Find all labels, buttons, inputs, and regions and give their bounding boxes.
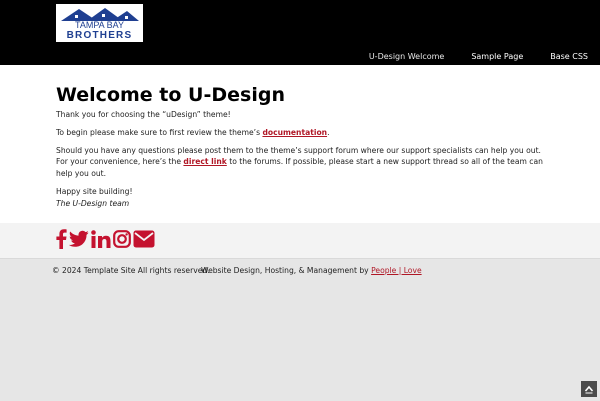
team-signature-text: The U-Design team bbox=[56, 199, 130, 208]
support-text-line1: Should you have any questions please pos… bbox=[56, 146, 541, 155]
logo-top-text: TAMPA BAY bbox=[75, 20, 124, 30]
documentation-link[interactable]: documentation bbox=[262, 128, 327, 137]
nav-item-sample-page[interactable]: Sample Page bbox=[456, 51, 523, 63]
facebook-icon[interactable] bbox=[56, 229, 67, 253]
chevron-up-icon bbox=[584, 385, 594, 394]
copyright-text: © 2024 Template Site All rights reserved… bbox=[52, 266, 210, 275]
intro-text: Thank you for choosing the “uDesign” the… bbox=[56, 110, 231, 119]
main-nav: U-Design Welcome Sample Page Base CSS bbox=[354, 51, 600, 63]
nav-item-base-css[interactable]: Base CSS bbox=[535, 51, 588, 63]
email-icon[interactable] bbox=[133, 230, 155, 252]
site-footer: © 2024 Template Site All rights reserved… bbox=[0, 258, 600, 401]
direct-link[interactable]: direct link bbox=[183, 157, 226, 166]
docs-text-before: To begin please make sure to first revie… bbox=[56, 128, 263, 137]
instagram-icon[interactable] bbox=[113, 230, 131, 252]
site-logo[interactable]: TAMPA BAY BROTHERS bbox=[56, 4, 143, 42]
page-title: Welcome to U-Design bbox=[56, 84, 285, 106]
social-icons bbox=[56, 229, 157, 253]
team-signature: The U-Design team bbox=[56, 198, 546, 209]
linkedin-icon[interactable] bbox=[91, 230, 111, 252]
site-header: TAMPA BAY BROTHERS U-Design Welcome Samp… bbox=[0, 0, 600, 65]
docs-text-after: . bbox=[327, 128, 330, 137]
people-love-link[interactable]: People | Love bbox=[371, 266, 422, 275]
sign-off-text: Happy site building! bbox=[56, 187, 133, 196]
twitter-icon[interactable] bbox=[68, 230, 89, 252]
social-bar bbox=[0, 223, 600, 258]
house-logo-icon: TAMPA BAY BROTHERS bbox=[57, 5, 142, 41]
nav-item-udesign-welcome[interactable]: U-Design Welcome bbox=[354, 51, 445, 63]
support-paragraph: Should you have any questions please pos… bbox=[56, 145, 546, 179]
scroll-to-top-button[interactable] bbox=[581, 381, 597, 397]
logo-bottom-text: BROTHERS bbox=[67, 30, 133, 41]
credits-text: Website Design, Hosting, & Management by bbox=[201, 266, 372, 275]
support-text-before: For your convenience, here’s the bbox=[56, 157, 184, 167]
footer-credits: Website Design, Hosting, & Management by… bbox=[201, 265, 422, 276]
main-content: Welcome to U-Design Thank you for choosi… bbox=[0, 65, 600, 223]
docs-paragraph: To begin please make sure to first revie… bbox=[56, 127, 546, 138]
